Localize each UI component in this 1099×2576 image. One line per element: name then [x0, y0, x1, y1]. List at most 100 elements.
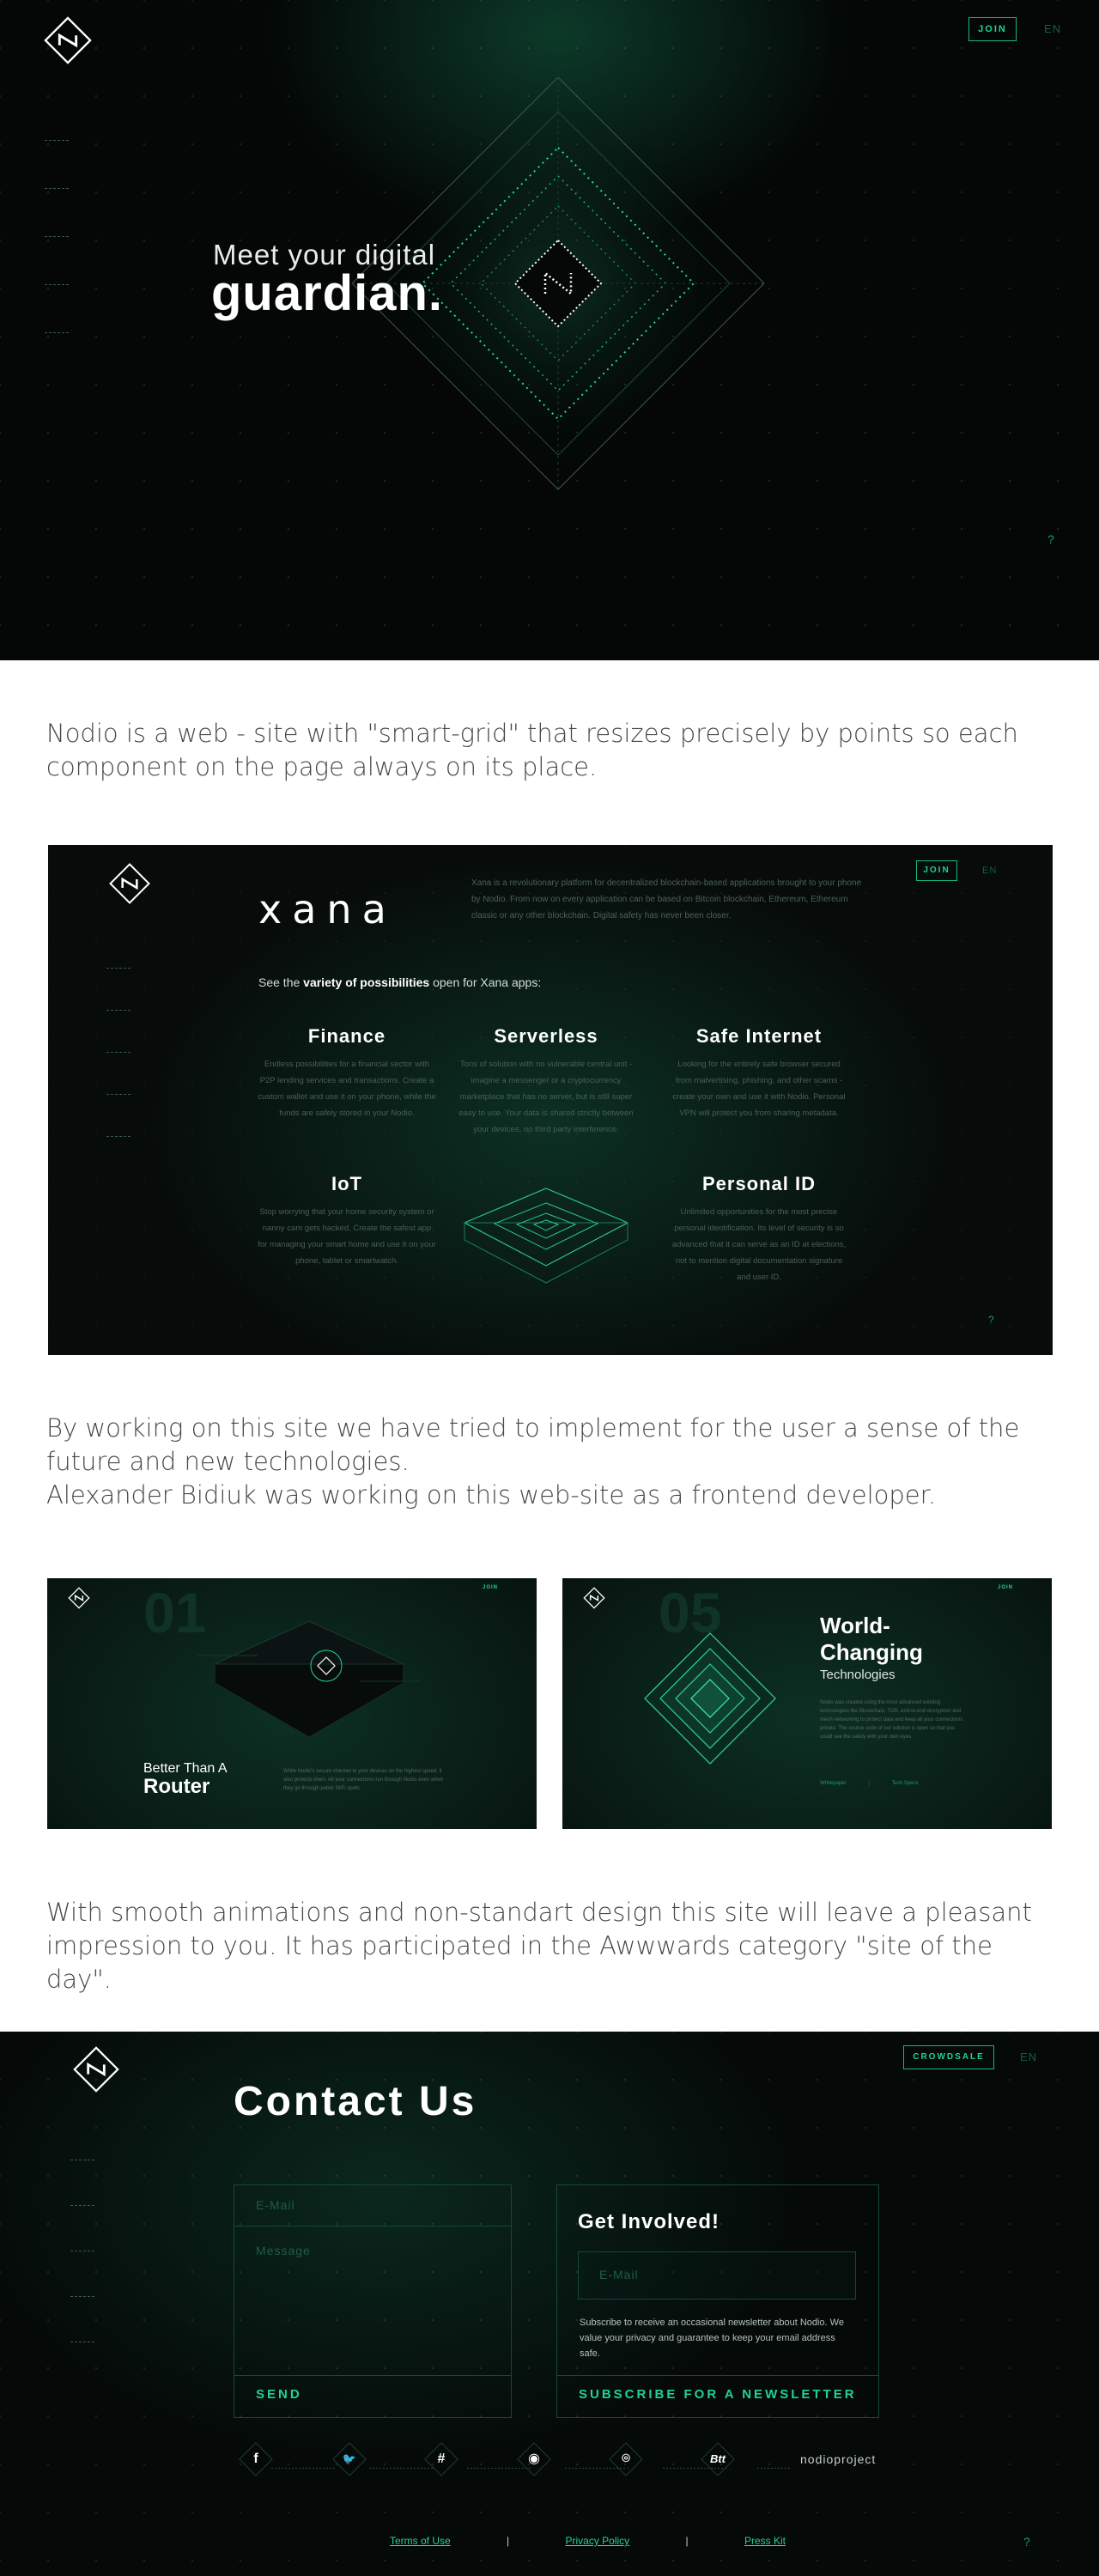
- side-nav-item-4[interactable]: [106, 1094, 132, 1095]
- portfolio-page: JOIN EN Meet your digital guardian. ? No…: [0, 0, 1099, 2576]
- get-involved-title: Get Involved!: [578, 2210, 720, 2233]
- nodio-logo[interactable]: [43, 15, 93, 65]
- feature-title: Personal ID: [701, 1173, 817, 1194]
- side-nav-item-3[interactable]: [106, 1052, 132, 1053]
- footer-separator: |: [685, 2535, 689, 2547]
- side-nav-item-2[interactable]: [70, 2205, 96, 2206]
- twitter-link[interactable]: 🐦: [332, 2442, 367, 2476]
- mini-logo: [583, 1587, 605, 1609]
- privacy-link[interactable]: Privacy Policy: [566, 2535, 630, 2547]
- intro-description: Nodio is a web - site with "smart-grid" …: [46, 719, 1018, 781]
- crowdsale-button[interactable]: CROWDSALE: [903, 2045, 994, 2069]
- mini-join-button: JOIN: [998, 1585, 1014, 1590]
- message-field[interactable]: Message: [256, 2244, 496, 2364]
- newsletter-note: Subscribe to receive an occasional newsl…: [580, 2318, 844, 2359]
- router-description: While Nodio's secure channel to your dev…: [283, 1769, 444, 1791]
- side-nav-item-5[interactable]: [45, 332, 70, 333]
- side-navigation: [45, 140, 70, 380]
- future-description: By working on this site we have tried to…: [46, 1412, 1042, 1512]
- xana-join-button[interactable]: JOIN: [916, 860, 957, 881]
- see-bold: variety of possibilities: [303, 975, 430, 989]
- xana-intro-text: Xana is a revolutionary platform for dec…: [471, 878, 862, 920]
- reddit-link[interactable]: ◉: [517, 2442, 551, 2476]
- email-field[interactable]: E-Mail: [256, 2198, 496, 2219]
- join-button[interactable]: JOIN: [968, 17, 1017, 41]
- hero-section: JOIN EN Meet your digital guardian. ?: [0, 0, 1099, 660]
- send-button[interactable]: SEND: [256, 2387, 302, 2402]
- github-link[interactable]: ⌾: [609, 2442, 643, 2476]
- feature-serverless: Serverless Tons of solution with no vuln…: [456, 1025, 636, 1138]
- feature-finance: Finance Endless possibilities for a fina…: [257, 1025, 437, 1121]
- layered-diamond-graphic: [644, 1632, 776, 1765]
- bitcointalk-link[interactable]: Btt: [701, 2442, 735, 2476]
- mini-logo: [68, 1587, 90, 1609]
- social-connector: [757, 2468, 792, 2469]
- feature-title: Serverless: [494, 1025, 598, 1047]
- side-nav-item-1[interactable]: [45, 140, 70, 141]
- newsletter-email-placeholder: E-Mail: [599, 2268, 639, 2281]
- contact-side-navigation: [70, 2160, 96, 2387]
- terms-link[interactable]: Terms of Use: [390, 2535, 451, 2547]
- contact-section: CROWDSALE EN Contact Us E-Mail Message S…: [0, 2032, 1099, 2576]
- contact-title: Contact Us: [234, 2079, 477, 2124]
- nodio-logo-icon: [68, 1587, 90, 1609]
- feature-safe-internet: Safe Internet Looking for the entirely s…: [669, 1025, 849, 1121]
- feature-text: Stop worrying that your home security sy…: [258, 1207, 436, 1266]
- feature-iot: IoT Stop worrying that your home securit…: [257, 1173, 437, 1269]
- social-handle: nodioproject: [800, 2452, 877, 2466]
- press-kit-link[interactable]: Press Kit: [744, 2535, 786, 2547]
- see-suffix: open for Xana apps:: [429, 975, 542, 989]
- github-icon: ⌾: [622, 2451, 630, 2466]
- tech-specs-link: Tech Specs: [891, 1781, 919, 1786]
- xana-language-icon[interactable]: EN: [982, 866, 997, 876]
- router-title-big: Router: [143, 1775, 210, 1798]
- slack-link[interactable]: #: [424, 2442, 458, 2476]
- help-icon[interactable]: ?: [1047, 532, 1054, 546]
- link-separator: |: [868, 1781, 870, 1786]
- feature-text: Unlimited opportunities for the most pre…: [671, 1207, 847, 1282]
- world-title: World- Changing: [820, 1613, 923, 1665]
- form-divider: [556, 2375, 879, 2376]
- footer-separator: |: [507, 2535, 510, 2547]
- world-description: Nodio was created using the most advance…: [820, 1700, 963, 1740]
- contact-help-icon[interactable]: ?: [1023, 2535, 1030, 2549]
- side-nav-item-3[interactable]: [45, 236, 70, 237]
- feature-title: IoT: [331, 1173, 362, 1194]
- xana-side-navigation: [106, 968, 132, 1178]
- xana-screenshot: JOIN EN xana Xana is a revolutionary pla…: [48, 845, 1053, 1355]
- side-nav-item-2[interactable]: [106, 1010, 132, 1011]
- feature-text: Tons of solution with no vulnerable cent…: [458, 1060, 634, 1134]
- feature-text: Endless possibilities for a financial se…: [258, 1060, 436, 1118]
- side-nav-item-4[interactable]: [70, 2296, 96, 2297]
- router-screenshot: JOIN 01 Better Than A Router While Nodio…: [47, 1578, 537, 1829]
- hero-title: guardian.: [211, 265, 444, 321]
- feature-title: Finance: [307, 1025, 386, 1047]
- side-nav-item-4[interactable]: [45, 284, 70, 285]
- subscribe-button[interactable]: SUBSCRIBE FOR A NEWSLETTER: [579, 2387, 857, 2402]
- form-divider: [234, 2375, 512, 2376]
- awwwards-description: With smooth animations and non-standart …: [46, 1898, 1032, 1994]
- facebook-link[interactable]: f: [239, 2442, 273, 2476]
- side-nav-item-5[interactable]: [106, 1136, 132, 1137]
- xana-help-icon[interactable]: ?: [988, 1314, 994, 1326]
- feature-title: Safe Internet: [695, 1025, 823, 1047]
- xana-logo[interactable]: [108, 862, 151, 905]
- side-nav-item-2[interactable]: [45, 188, 70, 189]
- dot-grid-background: [0, 2032, 1099, 2576]
- form-divider: [234, 2226, 512, 2227]
- reddit-icon: ◉: [528, 2451, 540, 2466]
- contact-language-icon[interactable]: EN: [1020, 2050, 1037, 2063]
- side-nav-item-1[interactable]: [106, 968, 132, 969]
- router-device-graphic: [197, 1620, 421, 1738]
- nodio-logo-icon: [109, 863, 150, 904]
- newsletter-email-input[interactable]: E-Mail: [578, 2251, 856, 2300]
- nodio-logo-icon: [73, 2046, 119, 2093]
- social-connector: [271, 2468, 335, 2469]
- future-line-1: By working on this site we have tried to…: [46, 1413, 1020, 1476]
- twitter-icon: 🐦: [342, 2452, 357, 2465]
- feature-text: Looking for the entirely safe browser se…: [672, 1060, 846, 1118]
- nodio-logo-icon: [44, 16, 92, 64]
- nodio-logo-icon: [583, 1587, 605, 1609]
- language-icon[interactable]: EN: [1044, 22, 1061, 35]
- contact-logo[interactable]: [72, 2045, 120, 2093]
